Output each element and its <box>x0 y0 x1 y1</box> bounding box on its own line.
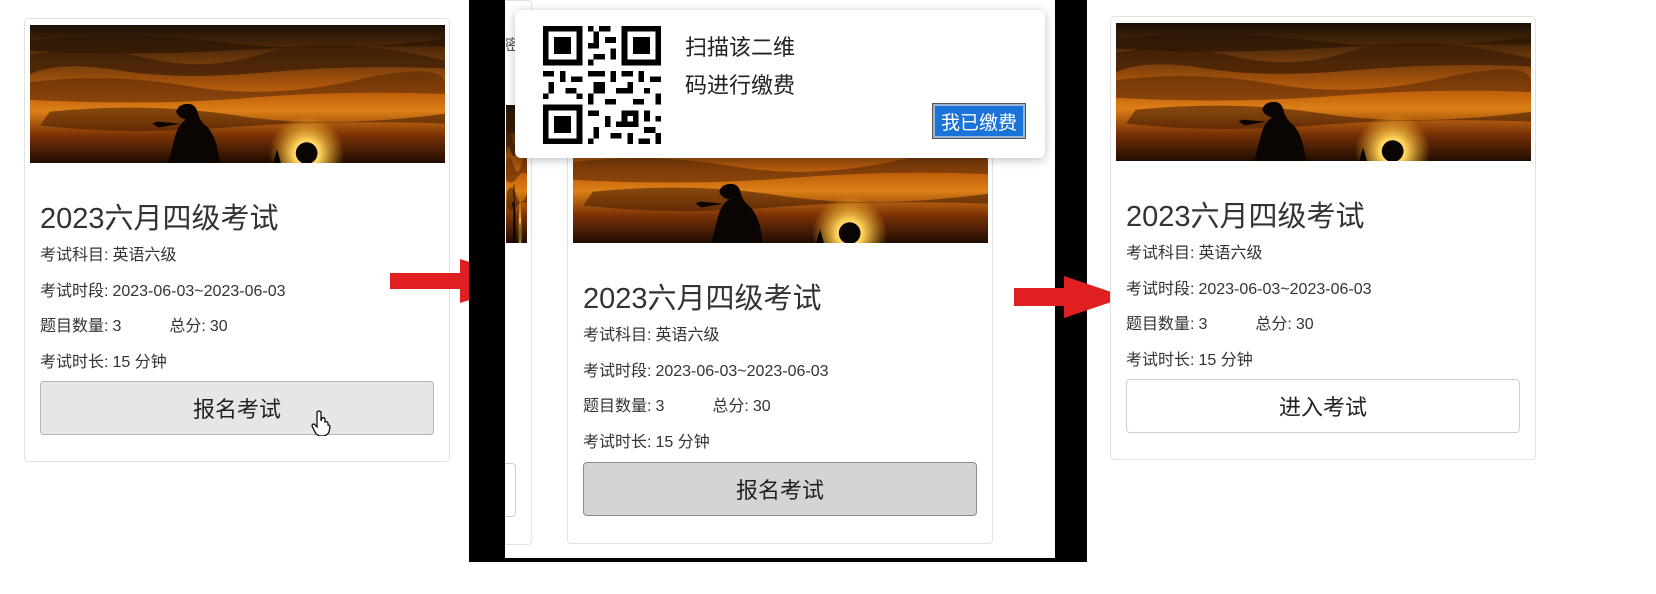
exam-count-total: 题目数量: 3 总分: 30 <box>40 318 228 335</box>
left-exam-card: 2023六月四级考试 考试科目: 英语六级 考试时段: 2023-06-03~202… <box>24 18 450 462</box>
exam-subject: 考试科目: 英语六级 <box>1126 245 1263 262</box>
payment-instruction-line1: 扫描该二维 <box>685 35 796 60</box>
exam-duration: 考试时长: 15 分钟 <box>1126 352 1253 369</box>
screenshot-frame-left <box>469 0 505 562</box>
exam-period: 考试时段: 2023-06-03~2023-06-03 <box>1126 281 1372 298</box>
middle-exam-card: 2023六月四级考试 考试科目: 英语六级 考试时段: 2023-06-03~202… <box>567 100 993 544</box>
exam-cover-image <box>1116 23 1531 161</box>
register-exam-button[interactable]: 报名考试 <box>583 462 977 516</box>
middle-screenshot: 密 2023六月四级考试 考试科目: 英语六级 考试时段: 2023-06-03~2… <box>505 0 1055 558</box>
right-exam-card: 2023六月四级考试 考试科目: 英语六级 考试时段: 2023-06-03~202… <box>1110 16 1536 460</box>
exam-count-total: 题目数量: 3 总分: 30 <box>583 398 771 415</box>
exam-cover-image <box>30 25 445 163</box>
register-exam-button[interactable]: 报名考试 <box>40 381 434 435</box>
enter-exam-button[interactable]: 进入考试 <box>1126 379 1520 433</box>
exam-title: 2023六月四级考试 <box>1126 201 1365 233</box>
exam-period: 考试时段: 2023-06-03~2023-06-03 <box>40 283 286 300</box>
exam-title: 2023六月四级考试 <box>40 203 279 235</box>
hand-pointer-icon <box>311 410 331 437</box>
exam-period: 考试时段: 2023-06-03~2023-06-03 <box>583 363 829 380</box>
screenshot-frame-bottom <box>469 558 1087 562</box>
payment-popup: 扫描该二维 码进行缴费 我已缴费 <box>515 10 1045 158</box>
exam-subject: 考试科目: 英语六级 <box>583 327 720 344</box>
exam-subject: 考试科目: 英语六级 <box>40 247 177 264</box>
exam-duration: 考试时长: 15 分钟 <box>40 354 167 371</box>
partial-button[interactable] <box>505 463 516 517</box>
payment-instruction-line2: 码进行缴费 <box>685 73 796 98</box>
exam-duration: 考试时长: 15 分钟 <box>583 434 710 451</box>
qr-code-icon <box>539 26 665 144</box>
exam-count-total: 题目数量: 3 总分: 30 <box>1126 316 1314 333</box>
exam-title: 2023六月四级考试 <box>583 283 822 315</box>
paid-confirm-button[interactable]: 我已缴费 <box>932 103 1026 139</box>
